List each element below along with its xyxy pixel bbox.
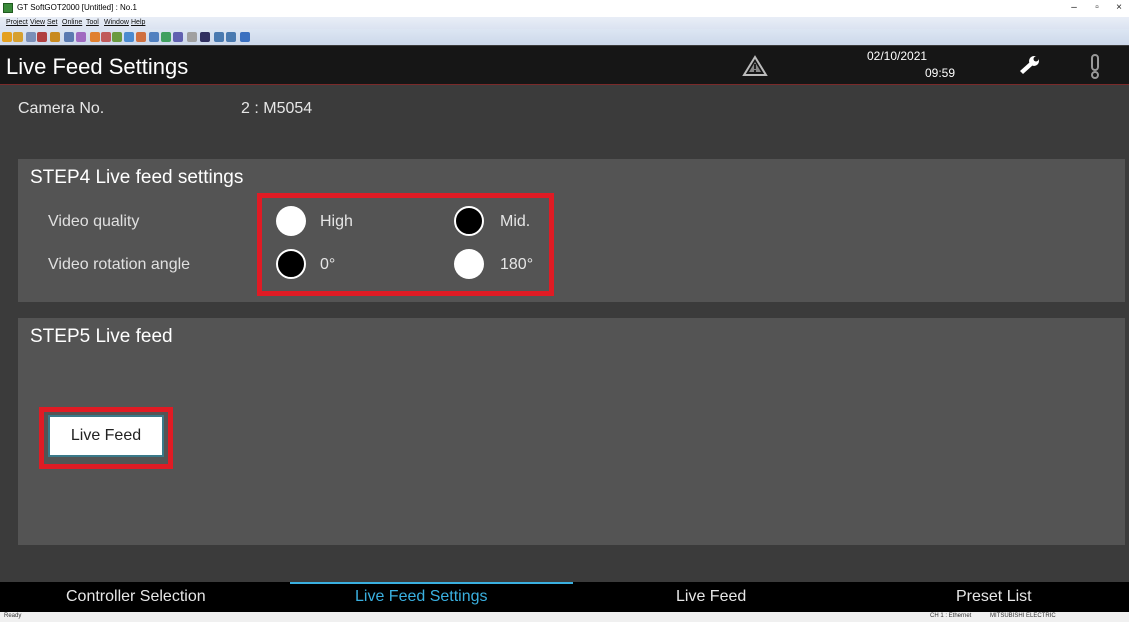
- connect-icon[interactable]: [90, 32, 100, 42]
- live-feed-button[interactable]: Live Feed: [48, 415, 164, 457]
- monitor-icon[interactable]: [124, 32, 134, 42]
- menu-project[interactable]: Project: [6, 19, 28, 26]
- step5-panel: STEP5 Live feed Live Feed: [18, 318, 1125, 545]
- help-icon[interactable]: [240, 32, 250, 42]
- wrench-icon[interactable]: [1016, 54, 1042, 78]
- menu-help[interactable]: Help: [131, 19, 145, 26]
- hmi-header: Live Feed Settings 02/10/2021 09:59: [0, 46, 1129, 85]
- menu-tool[interactable]: Tool: [86, 19, 99, 26]
- screen1-icon[interactable]: [214, 32, 224, 42]
- print-icon[interactable]: [161, 32, 171, 42]
- toolbar: [0, 29, 1129, 45]
- active-tab-indicator: [290, 582, 573, 584]
- disconnect-icon[interactable]: [101, 32, 111, 42]
- tab-live-feed-settings[interactable]: Live Feed Settings: [355, 588, 488, 606]
- camera-number-label: Camera No.: [18, 100, 105, 117]
- save-icon[interactable]: [26, 32, 36, 42]
- sim-icon[interactable]: [112, 32, 122, 42]
- menu-window[interactable]: Window: [104, 19, 129, 26]
- open-project-icon[interactable]: [13, 32, 23, 42]
- hmi-screen: Live Feed Settings 02/10/2021 09:59 Came…: [0, 46, 1129, 612]
- highlight-box-options: [257, 193, 554, 296]
- status-ready: Ready: [4, 613, 22, 619]
- step4-title: STEP4 Live feed settings: [30, 167, 244, 188]
- write-icon[interactable]: [76, 32, 86, 42]
- status-channel: CH 1 : Ethernet: [930, 613, 972, 619]
- video-quality-label: Video quality: [48, 213, 140, 230]
- video-rotation-label: Video rotation angle: [48, 256, 191, 273]
- status-bar: Ready CH 1 : Ethernet MITSUBISHI ELECTRI…: [0, 612, 1129, 622]
- new-project-icon[interactable]: [2, 32, 12, 42]
- time-display: 09:59: [925, 66, 956, 80]
- menu-online[interactable]: Online: [62, 19, 82, 26]
- camera-number-value[interactable]: 2 : M5054: [241, 100, 312, 118]
- tab-controller-selection[interactable]: Controller Selection: [66, 588, 206, 606]
- percent-icon[interactable]: [187, 32, 197, 42]
- device-icon[interactable]: [136, 32, 146, 42]
- layout-icon[interactable]: [173, 32, 183, 42]
- tab-live-feed[interactable]: Live Feed: [676, 588, 746, 606]
- minimize-button[interactable]: –: [1064, 1, 1084, 15]
- close-button[interactable]: ×: [1109, 1, 1129, 15]
- menu-view[interactable]: View: [30, 19, 45, 26]
- screen2-icon[interactable]: [226, 32, 236, 42]
- read-icon[interactable]: [64, 32, 74, 42]
- folder-icon[interactable]: [50, 32, 60, 42]
- window-title: GT SoftGOT2000 [Untitled] : No.1: [17, 3, 137, 12]
- status-vendor: MITSUBISHI ELECTRIC: [990, 613, 1056, 619]
- save-as-icon[interactable]: [37, 32, 47, 42]
- maximize-button[interactable]: ▫: [1087, 1, 1107, 15]
- window-titlebar: GT SoftGOT2000 [Untitled] : No.1 – ▫ ×: [0, 0, 1129, 17]
- menu-bar: Project View Set Online Tool Window Help: [0, 17, 1129, 29]
- app-icon: [3, 3, 13, 13]
- tab-preset-list[interactable]: Preset List: [956, 588, 1032, 606]
- step4-panel: STEP4 Live feed settings Video quality V…: [18, 159, 1125, 302]
- date-display: 02/10/2021: [867, 49, 928, 63]
- keyboard-icon[interactable]: [200, 32, 210, 42]
- bottom-nav: Controller Selection Live Feed Settings …: [0, 582, 1129, 612]
- menu-set[interactable]: Set: [47, 19, 58, 26]
- alert-lamp-icon[interactable]: [1088, 53, 1102, 79]
- page-title: Live Feed Settings: [6, 54, 189, 79]
- step5-title: STEP5 Live feed: [30, 326, 173, 347]
- script-icon[interactable]: [149, 32, 159, 42]
- warning-icon[interactable]: [742, 55, 768, 77]
